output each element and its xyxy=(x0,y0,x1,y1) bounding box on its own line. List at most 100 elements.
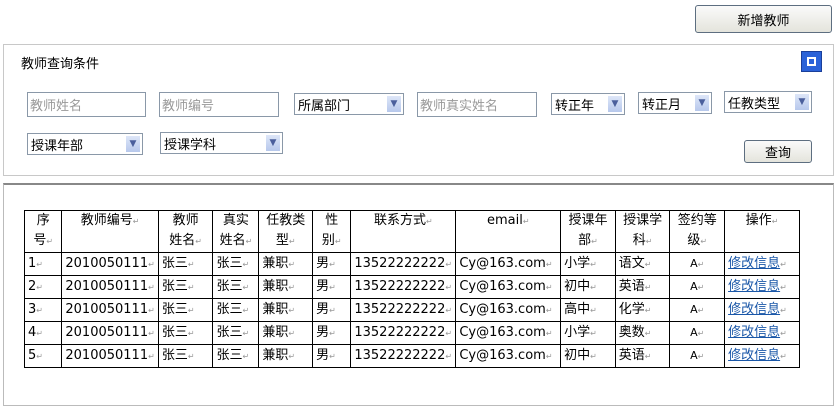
table-cell: 兼职 xyxy=(258,252,314,276)
return-mark xyxy=(546,325,553,340)
table-cell: 2010050111 xyxy=(61,321,159,345)
return-mark xyxy=(148,279,155,294)
teacher-table: 序号教师编号教师姓名真实姓名任教类型性别联系方式email授课年部授课学科签约等… xyxy=(23,210,800,368)
return-mark xyxy=(445,325,452,340)
chevron-down-icon: ▼ xyxy=(795,94,809,110)
regular-year-value: 转正年 xyxy=(555,98,595,114)
teacher-name-input[interactable]: 教师姓名 xyxy=(27,92,146,117)
table-cell: 张三 xyxy=(212,252,260,276)
table-cell: A xyxy=(669,321,726,345)
edit-info-link[interactable]: 修改信息 xyxy=(728,279,780,294)
cell-text: 兼职 xyxy=(262,325,289,340)
table-row: 22010050111 张三 张三 兼职 男 13522222222 Cy@163.com 初… xyxy=(23,275,800,299)
return-mark xyxy=(780,348,787,363)
cell-text: 高中 xyxy=(564,302,591,317)
table-cell: 男 xyxy=(312,344,352,368)
table-row: 52010050111 张三 张三 兼职 男 13522222222 Cy@163.com 初… xyxy=(23,344,800,368)
return-mark xyxy=(645,279,652,294)
return-mark xyxy=(645,325,652,340)
return-mark xyxy=(780,256,787,271)
table-row: 12010050111 张三 张三 兼职 男 13522222222 Cy@163.com 小… xyxy=(23,252,800,276)
collapse-icon[interactable] xyxy=(801,51,822,72)
column-header: 授课年部 xyxy=(560,210,616,253)
table-cell: 4 xyxy=(23,321,63,345)
return-mark xyxy=(148,302,155,317)
return-mark xyxy=(242,256,249,271)
regular-month-select[interactable]: 转正月 ▼ xyxy=(638,92,712,114)
add-teacher-button[interactable]: 新增教师 xyxy=(695,5,832,33)
edit-info-link[interactable]: 修改信息 xyxy=(728,348,780,363)
table-cell: 修改信息 xyxy=(724,298,800,322)
table-cell: 13522222222 xyxy=(350,275,457,299)
cell-text: A xyxy=(690,349,698,362)
table-cell: 男 xyxy=(312,321,352,345)
cell-text: 初中 xyxy=(564,279,591,294)
real-name-input[interactable]: 教师真实姓名 xyxy=(417,92,537,117)
table-cell: A xyxy=(669,275,726,299)
edit-info-link[interactable]: 修改信息 xyxy=(728,325,780,340)
return-mark xyxy=(546,302,553,317)
column-header-text: 性 xyxy=(325,213,339,228)
table-cell: 男 xyxy=(312,252,352,276)
cell-text: 语文 xyxy=(618,256,645,271)
table-cell: 13522222222 xyxy=(350,298,457,322)
return-mark xyxy=(188,279,195,294)
cell-text: 张三 xyxy=(161,348,188,363)
table-cell: 2010050111 xyxy=(61,298,159,322)
column-header-text: 部 xyxy=(564,231,612,252)
column-header-text: 授课年 xyxy=(568,213,608,228)
table-cell: 修改信息 xyxy=(724,275,800,299)
column-header: email xyxy=(455,210,562,253)
return-mark xyxy=(698,325,705,340)
chevron-down-icon: ▼ xyxy=(126,136,140,152)
return-mark xyxy=(780,325,787,340)
return-mark xyxy=(148,348,155,363)
return-mark xyxy=(242,302,249,317)
chevron-down-icon: ▼ xyxy=(608,96,622,112)
return-mark xyxy=(445,279,452,294)
table-cell: 5 xyxy=(23,344,63,368)
table-cell: 2010050111 xyxy=(61,275,159,299)
teacher-no-input[interactable]: 教师编号 xyxy=(159,92,279,117)
table-cell: 男 xyxy=(312,275,352,299)
table-cell: Cy@163.com xyxy=(455,252,562,276)
table-cell: A xyxy=(669,298,726,322)
cell-text: 张三 xyxy=(216,302,243,317)
column-header-text: 序 xyxy=(36,213,50,228)
cell-text: 13522222222 xyxy=(354,325,446,340)
subject-select[interactable]: 授课学科 ▼ xyxy=(160,132,283,154)
return-mark xyxy=(546,348,553,363)
edit-info-link[interactable]: 修改信息 xyxy=(728,302,780,317)
cell-text: 13522222222 xyxy=(354,348,446,363)
table-cell: 张三 xyxy=(157,275,214,299)
return-mark xyxy=(645,256,652,271)
return-mark xyxy=(288,325,295,340)
table-cell: 13522222222 xyxy=(350,344,457,368)
table-cell: Cy@163.com xyxy=(455,275,562,299)
return-mark xyxy=(698,279,705,294)
department-select[interactable]: 所属部门 ▼ xyxy=(294,93,404,115)
return-mark xyxy=(36,256,43,271)
column-header: 操作 xyxy=(724,210,800,253)
cell-text: A xyxy=(690,257,698,270)
query-panel-title: 教师查询条件 xyxy=(21,57,100,72)
table-cell: 兼职 xyxy=(258,298,314,322)
table-cell: Cy@163.com xyxy=(455,344,562,368)
regular-year-select[interactable]: 转正年 ▼ xyxy=(551,93,625,115)
edit-info-link[interactable]: 修改信息 xyxy=(728,256,780,271)
cell-text: A xyxy=(690,303,698,316)
return-mark xyxy=(188,348,195,363)
return-mark xyxy=(780,302,787,317)
cell-text: 13522222222 xyxy=(354,279,446,294)
table-cell: A xyxy=(669,252,726,276)
table-cell: 张三 xyxy=(212,275,260,299)
cell-text: Cy@163.com xyxy=(459,348,546,363)
column-header: 真实 姓名 xyxy=(212,210,260,253)
teach-type-select[interactable]: 任教类型 ▼ xyxy=(724,91,812,113)
return-mark xyxy=(329,325,336,340)
column-header: 教师 姓名 xyxy=(157,210,214,253)
cell-text: 2010050111 xyxy=(65,325,149,340)
search-button[interactable]: 查询 xyxy=(744,140,812,163)
table-cell: 张三 xyxy=(212,321,260,345)
grade-select[interactable]: 授课年部 ▼ xyxy=(27,133,143,155)
